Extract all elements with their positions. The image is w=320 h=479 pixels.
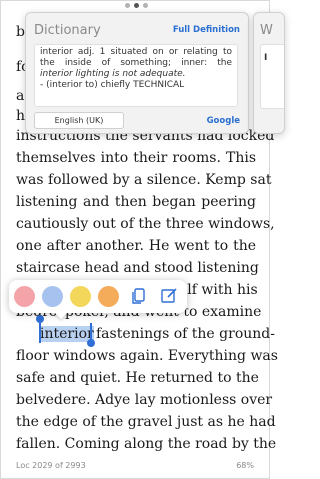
toolbar-pointer	[54, 312, 68, 319]
book-line: staircase head and stood listening	[16, 260, 259, 276]
note-edit-icon[interactable]	[160, 287, 178, 305]
next-card-body: I	[260, 44, 284, 109]
page-dot	[124, 3, 130, 8]
definition-line: interior lighting is not adequate.	[40, 69, 186, 79]
google-link[interactable]: Google	[207, 116, 240, 126]
book-line: fallen. Coming along the road by the	[16, 436, 277, 452]
page-dot	[142, 3, 148, 8]
selection-end-handle[interactable]	[87, 339, 95, 347]
reader-page: b fo a h instructions the servants had l…	[0, 0, 285, 479]
book-line: floor windows again. Everything was	[16, 348, 278, 364]
selected-word[interactable]: interior	[40, 325, 94, 343]
selection-start-line	[39, 321, 41, 343]
dictionary-title: Dictionary	[34, 23, 101, 38]
book-line: belvedere. Adye lay motionless over	[16, 392, 273, 408]
highlight-yellow-button[interactable]	[70, 286, 91, 307]
definition-text[interactable]: interior adj. 1 situated on or relating …	[34, 44, 238, 107]
page-indicator	[1, 3, 271, 9]
book-line: cautiously out of the three windows,	[16, 216, 275, 232]
language-button[interactable]: English (UK)	[34, 112, 124, 129]
book-line: was followed by a silence. Kemp sat	[16, 172, 272, 188]
highlight-pink-button[interactable]	[14, 286, 35, 307]
next-card-text: I	[264, 53, 268, 63]
copy-icon[interactable]	[130, 287, 148, 305]
book-line: fastenings of the ground-	[96, 326, 275, 342]
location-indicator: Loc 2029 of 2993	[16, 461, 86, 470]
page-dot-active	[133, 3, 139, 8]
book-line: one after another. He went to the	[16, 238, 256, 254]
next-card-title: W	[260, 23, 273, 38]
full-definition-link[interactable]: Full Definition	[173, 25, 240, 35]
next-lookup-card[interactable]: W I	[253, 12, 285, 134]
book-line: the edge of the gravel just as he had	[16, 414, 276, 430]
book-line: listening and then began peering	[16, 194, 256, 210]
book-line: elf with his	[179, 282, 258, 298]
selected-word-highlight[interactable]: interior	[40, 326, 94, 342]
book-line: safe and quiet. He returned to the	[16, 370, 259, 386]
highlight-blue-button[interactable]	[42, 286, 63, 307]
highlight-toolbar	[9, 280, 187, 313]
dictionary-card: Dictionary Full Definition interior adj.…	[25, 12, 249, 134]
highlight-orange-button[interactable]	[98, 286, 119, 307]
definition-line: the inside of something; inner: the	[40, 58, 232, 68]
definition-line: interior adj. 1 situated on or relating …	[40, 47, 232, 57]
book-line: themselves into their rooms. This	[16, 150, 256, 166]
progress-percent: 68%	[236, 461, 254, 470]
definition-line: - (interior to) chiefly TECHNICAL	[40, 80, 185, 90]
